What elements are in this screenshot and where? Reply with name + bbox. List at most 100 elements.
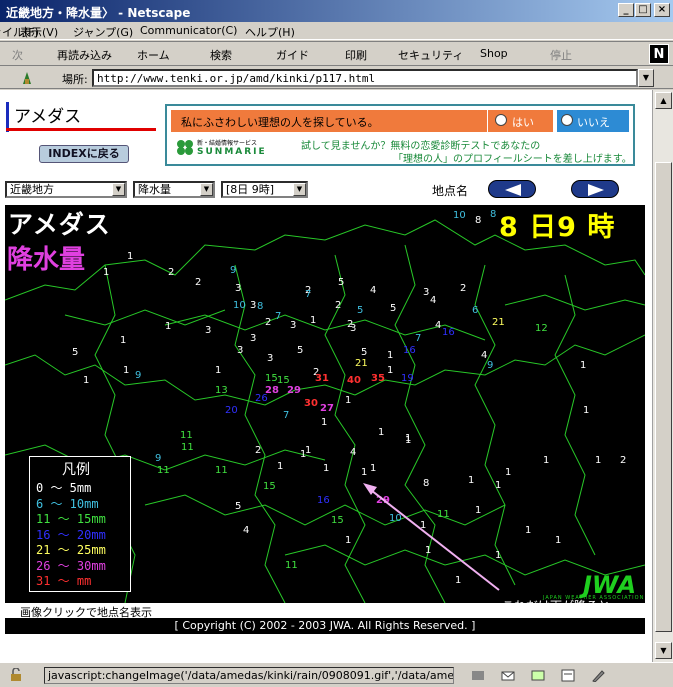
station-value[interactable]: 8	[423, 478, 429, 489]
station-value[interactable]: 29	[287, 385, 301, 396]
station-value[interactable]: 1	[83, 375, 89, 386]
region-select[interactable]: 近畿地方 ▼	[5, 181, 127, 198]
station-value[interactable]: 2	[620, 455, 626, 466]
status-discussion-icon[interactable]	[530, 668, 546, 682]
station-value[interactable]: 1	[505, 467, 511, 478]
station-value[interactable]: 5	[390, 303, 396, 314]
station-value[interactable]: 5	[357, 305, 363, 316]
station-value[interactable]: 11	[181, 442, 194, 453]
station-value[interactable]: 1	[387, 365, 393, 376]
station-value[interactable]: 1	[277, 461, 283, 472]
station-value[interactable]: 10	[389, 513, 402, 524]
station-value[interactable]: 1	[405, 435, 411, 446]
station-value[interactable]: 2	[265, 317, 271, 328]
close-button[interactable]: ×	[654, 3, 670, 17]
station-value[interactable]: 11	[437, 509, 450, 520]
station-value[interactable]: 3	[250, 300, 256, 311]
station-value[interactable]: 16	[403, 345, 416, 356]
print-button[interactable]: 印刷	[345, 47, 367, 63]
station-value[interactable]: 3	[205, 325, 211, 336]
reload-button[interactable]: 再読み込み	[57, 47, 112, 63]
station-value[interactable]: 1	[425, 545, 431, 556]
station-value[interactable]: 1	[555, 535, 561, 546]
station-value[interactable]: 11	[157, 465, 170, 476]
station-value[interactable]: 1	[310, 315, 316, 326]
station-value[interactable]: 20	[225, 405, 238, 416]
ad-banner[interactable]: 私にふさわしい理想の人を探している。 はい いいえ 新・結婚情報サービス SUN…	[165, 104, 635, 166]
next-time-button[interactable]	[571, 180, 619, 198]
station-value[interactable]: 1	[345, 535, 351, 546]
station-value[interactable]: 16	[442, 327, 455, 338]
station-value[interactable]: 8	[490, 209, 496, 220]
station-value[interactable]: 1	[580, 360, 586, 371]
station-value[interactable]: 1	[165, 321, 171, 332]
station-value[interactable]: 3	[267, 353, 273, 364]
station-value[interactable]: 4	[430, 295, 436, 306]
search-button[interactable]: 検索	[210, 47, 232, 63]
maximize-button[interactable]: □	[635, 3, 651, 17]
security-button[interactable]: セキュリティ	[398, 47, 463, 63]
menu-help[interactable]: ヘルプ(H)	[245, 24, 295, 40]
station-value[interactable]: 1	[127, 251, 133, 262]
shop-button[interactable]: Shop	[480, 47, 508, 60]
station-value[interactable]: 11	[285, 560, 298, 571]
station-value[interactable]: 1	[123, 365, 129, 376]
station-value[interactable]: 1	[305, 445, 311, 456]
station-value[interactable]: 4	[481, 350, 487, 361]
url-input[interactable]: http://www.tenki.or.jp/amd/kinki/p117.ht…	[92, 69, 638, 87]
stop-button[interactable]: 停止	[550, 47, 572, 63]
station-value[interactable]: 1	[595, 455, 601, 466]
station-value[interactable]: 1	[387, 350, 393, 361]
station-value[interactable]: 15	[331, 515, 344, 526]
time-select[interactable]: [8日 9時] ▼	[221, 181, 308, 198]
station-value[interactable]: 19	[401, 373, 414, 384]
station-value[interactable]: 9	[487, 360, 493, 371]
security-lock-icon[interactable]	[8, 668, 24, 682]
station-value[interactable]: 7	[415, 333, 421, 344]
station-value[interactable]: 35	[371, 373, 385, 384]
station-value[interactable]: 11	[215, 465, 228, 476]
station-value[interactable]: 1	[323, 463, 329, 474]
type-select[interactable]: 降水量 ▼	[133, 181, 215, 198]
ad-no-radio[interactable]	[561, 114, 573, 126]
menu-view[interactable]: 表示(V)	[20, 24, 58, 40]
station-value[interactable]: 1	[420, 520, 426, 531]
station-value[interactable]: 2	[335, 300, 341, 311]
station-value[interactable]: 10	[233, 300, 246, 311]
station-value[interactable]: 9	[135, 370, 141, 381]
index-back-button[interactable]: INDEXに戻る	[39, 145, 129, 163]
station-value[interactable]: 1	[495, 480, 501, 491]
station-value[interactable]: 1	[525, 525, 531, 536]
station-value[interactable]: 12	[535, 323, 548, 334]
home-button[interactable]: ホーム	[137, 47, 170, 63]
station-value[interactable]: 7	[283, 410, 289, 421]
forward-button[interactable]: 次	[12, 47, 23, 63]
menu-go[interactable]: ジャンプ(G)	[73, 24, 133, 40]
status-edit-icon[interactable]	[590, 668, 606, 682]
station-value[interactable]: 30	[304, 398, 318, 409]
vertical-scrollbar[interactable]: ▲ ▼	[652, 90, 673, 662]
menu-communicator[interactable]: Communicator(C)	[140, 24, 237, 37]
station-value[interactable]: 5	[338, 277, 344, 288]
station-value[interactable]: 1	[378, 427, 384, 438]
station-value[interactable]: 8	[475, 215, 481, 226]
station-value[interactable]: 15	[265, 373, 278, 384]
scroll-thumb[interactable]	[655, 162, 672, 632]
minimize-button[interactable]: _	[618, 3, 634, 17]
station-value[interactable]: 5	[72, 347, 78, 358]
station-value[interactable]: 21	[492, 317, 505, 328]
station-value[interactable]: 1	[345, 395, 351, 406]
station-value[interactable]: 1	[495, 550, 501, 561]
prev-time-button[interactable]	[488, 180, 536, 198]
scroll-down-button[interactable]: ▼	[655, 642, 672, 659]
station-value[interactable]: 16	[317, 495, 330, 506]
station-value[interactable]: 4	[243, 525, 249, 536]
station-value[interactable]: 1	[370, 463, 376, 474]
station-value[interactable]: 40	[347, 375, 361, 386]
scroll-up-button[interactable]: ▲	[655, 92, 672, 109]
station-value[interactable]: 7	[275, 311, 281, 322]
station-value[interactable]: 5	[297, 345, 303, 356]
station-value[interactable]: 4	[435, 320, 441, 331]
station-value[interactable]: 1	[215, 365, 221, 376]
station-value[interactable]: 1	[475, 505, 481, 516]
